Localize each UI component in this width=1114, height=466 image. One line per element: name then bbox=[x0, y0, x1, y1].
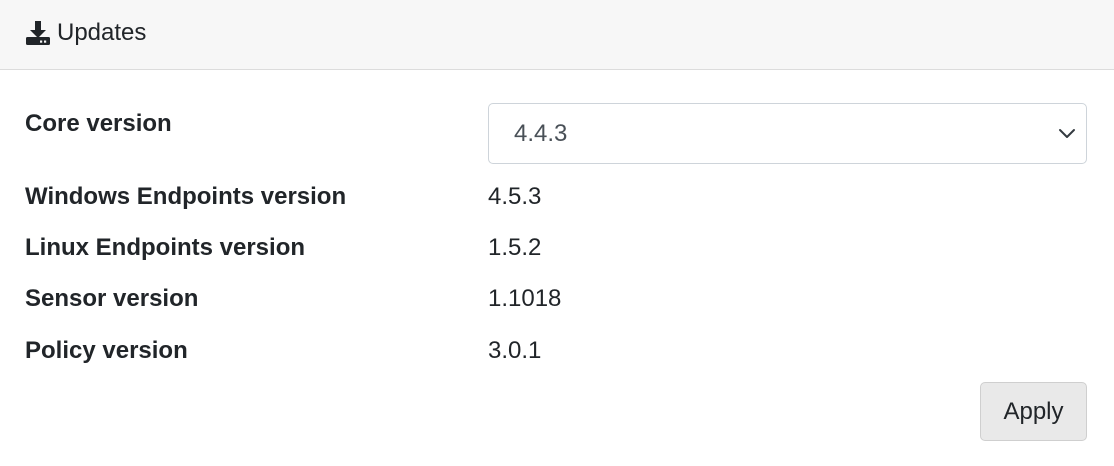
header-title-group: Updates bbox=[25, 19, 146, 47]
policy-version-label: Policy version bbox=[25, 337, 188, 364]
policy-version-row: Policy version 3.0.1 bbox=[25, 337, 1087, 367]
core-version-label: Core version bbox=[25, 110, 172, 137]
linux-endpoints-version-value: 1.5.2 bbox=[488, 234, 542, 261]
sensor-version-label: Sensor version bbox=[25, 285, 199, 312]
windows-endpoints-version-row: Windows Endpoints version 4.5.3 bbox=[25, 183, 1087, 213]
linux-endpoints-version-label: Linux Endpoints version bbox=[25, 234, 306, 261]
card-header: Updates bbox=[0, 0, 1114, 70]
linux-endpoints-version-row: Linux Endpoints version 1.5.2 bbox=[25, 234, 1087, 264]
core-version-row: Core version 4.4.3 bbox=[25, 103, 1087, 164]
sensor-version-row: Sensor version 1.1018 bbox=[25, 285, 1087, 315]
policy-version-value: 3.0.1 bbox=[488, 337, 542, 364]
download-icon bbox=[25, 20, 51, 46]
sensor-version-value: 1.1018 bbox=[488, 285, 562, 312]
core-version-selected-value: 4.4.3 bbox=[514, 120, 568, 147]
header-title: Updates bbox=[57, 19, 147, 46]
chevron-down-icon bbox=[1058, 125, 1076, 143]
windows-endpoints-version-value: 4.5.3 bbox=[488, 183, 542, 210]
apply-button[interactable]: Apply bbox=[980, 382, 1087, 441]
core-version-select[interactable]: 4.4.3 bbox=[488, 103, 1087, 164]
windows-endpoints-version-label: Windows Endpoints version bbox=[25, 183, 347, 210]
